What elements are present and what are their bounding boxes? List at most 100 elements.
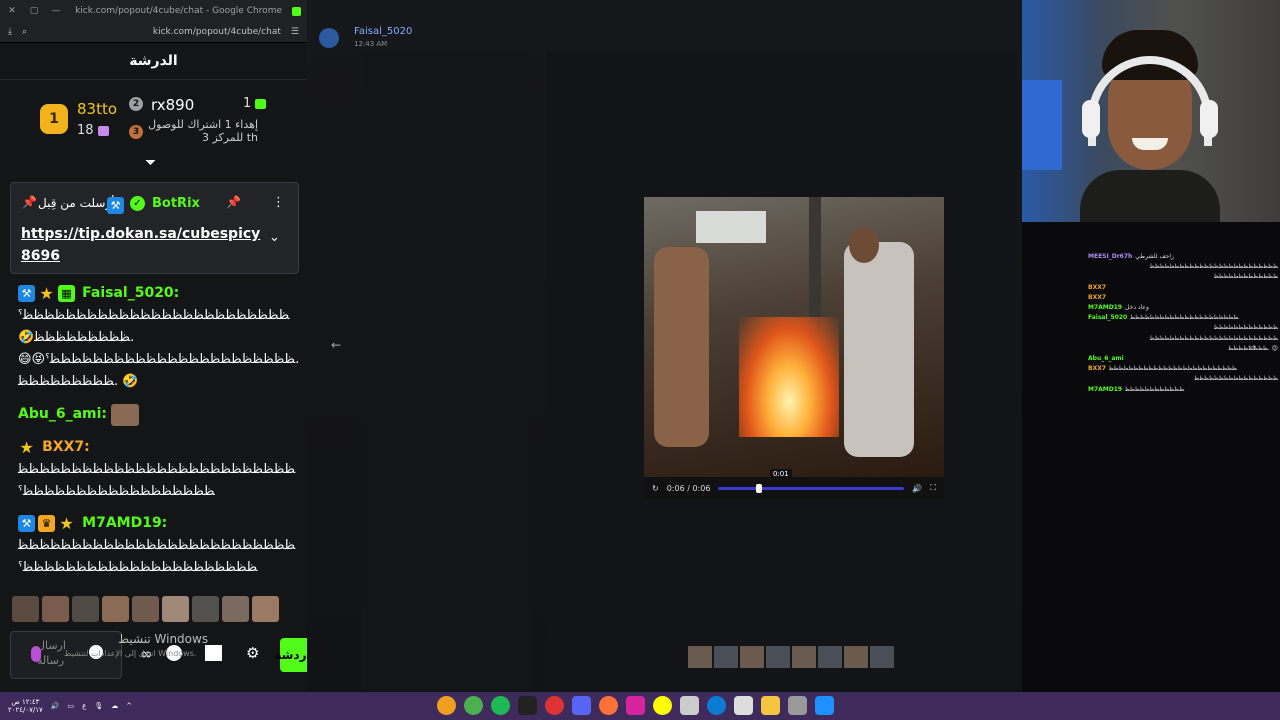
- emote-item[interactable]: [42, 596, 69, 622]
- volume-icon[interactable]: 🔊: [912, 484, 922, 493]
- more-options-icon[interactable]: ⋮: [272, 195, 285, 210]
- taskbar-apps: [437, 696, 834, 715]
- capcut-icon[interactable]: [518, 696, 537, 715]
- chevron-up-icon[interactable]: ^: [126, 702, 132, 710]
- volume-icon[interactable]: 🔊: [51, 702, 60, 710]
- address-url[interactable]: kick.com/popout/4cube/chat: [37, 27, 281, 37]
- emote-item[interactable]: [12, 596, 39, 622]
- fullscreen-icon[interactable]: ⛶: [930, 483, 936, 493]
- uploader-username[interactable]: Faisal_5020: [354, 26, 412, 37]
- browser-icon[interactable]: [599, 696, 618, 715]
- snapchat-icon[interactable]: [653, 696, 672, 715]
- upload-time: 12:43 AM: [354, 40, 388, 48]
- edge-icon[interactable]: [707, 696, 726, 715]
- message-text: 😄😝ˁﻈﻈﻈﻈﻈﻈﻈﻈﻈﻈﻈﻈﻈﻈﻈﻈﻈﻈﻈﻈﻈﻈﻈ.: [18, 352, 300, 367]
- overlay-chat-username: M7AMD19: [1088, 385, 1123, 393]
- clock[interactable]: ١٢:٤٣ ص ٢٠٢٤/٠٧/١٧: [8, 698, 43, 714]
- star-badge-icon: ★: [59, 514, 74, 533]
- chrome-icon[interactable]: [464, 696, 483, 715]
- zoom-icon[interactable]: ⌕: [22, 27, 27, 37]
- avatar[interactable]: [319, 28, 339, 48]
- language-icon[interactable]: ع: [82, 702, 86, 710]
- microphone-icon[interactable]: [31, 646, 41, 662]
- windows-activation-title: تنشيط Windows: [118, 632, 209, 646]
- maximize-icon[interactable]: ▢: [28, 6, 40, 16]
- mail-icon[interactable]: [680, 696, 699, 715]
- leader-3-line2: للمركز 3 th: [201, 131, 258, 144]
- verified-icon: ✓: [130, 196, 145, 211]
- chevron-down-icon[interactable]: ⌄: [269, 230, 280, 245]
- download-icon[interactable]: ⤓: [8, 27, 12, 37]
- replay-icon[interactable]: ↻: [652, 484, 659, 493]
- message-username[interactable]: Faisal_5020:: [82, 285, 179, 301]
- message-username[interactable]: BXX7:: [42, 439, 90, 455]
- thumbnail-item[interactable]: [792, 646, 816, 668]
- emote-item[interactable]: [222, 596, 249, 622]
- microphone-icon[interactable]: 🎙: [94, 702, 103, 710]
- rank-3-medal-icon: 3: [129, 125, 143, 139]
- video-frame: [644, 197, 944, 477]
- overlay-chat-row: BXX7: [1088, 293, 1278, 303]
- calculator-icon[interactable]: [734, 696, 753, 715]
- video-player[interactable]: ↻ 0:06 / 0:06 🔊 ⛶: [644, 197, 944, 499]
- overlay-chat-username: MEESI_Dr67h: [1088, 253, 1133, 260]
- tune-icon[interactable]: ☰: [291, 27, 299, 37]
- previous-media-icon[interactable]: ←: [328, 338, 344, 354]
- thumbnail-item[interactable]: [870, 646, 894, 668]
- message-username[interactable]: Abu_6_ami:: [18, 406, 107, 422]
- pinned-sent-by: أرسلت من قِبل: [38, 196, 115, 210]
- leader-3-text: إهداء 1 اشتراك للوصول للمركز 3 th: [148, 118, 258, 144]
- thumbnail-item[interactable]: [740, 646, 764, 668]
- store-icon[interactable]: [788, 696, 807, 715]
- pinned-sender: BotRix: [152, 196, 200, 211]
- thumbnail-item[interactable]: [766, 646, 790, 668]
- clock-date: ٢٠٢٤/٠٧/١٧: [8, 706, 43, 714]
- pinned-link[interactable]: https://tip.dokan.sa/cubespicy 8696: [21, 223, 260, 267]
- overlay-chat-username: BXX7: [1088, 365, 1106, 373]
- pinned-link-line1[interactable]: https://tip.dokan.sa/cubespicy: [21, 223, 260, 245]
- emote-item[interactable]: [192, 596, 219, 622]
- message-username[interactable]: M7AMD19:: [82, 515, 167, 531]
- chat-message-4: ⚒ ♛ ★ M7AMD19: ﻈﻈﻈﻈﻈﻈﻈﻈﻈﻈﻈﻈﻈﻈﻈﻈﻈﻈﻈﻈﻈﻈﻈﻈﻈﻈ …: [18, 512, 295, 579]
- thumbnail-strip: [688, 646, 894, 668]
- rank-1-medal-icon: 1: [40, 104, 68, 134]
- video-progress-bar[interactable]: [718, 483, 905, 493]
- kick-logo-icon: [292, 6, 301, 16]
- rank-2-medal-icon: 2: [129, 97, 143, 111]
- spotify-icon[interactable]: [491, 696, 510, 715]
- emote-item[interactable]: [102, 596, 129, 622]
- cloud-icon[interactable]: ☁: [111, 702, 118, 710]
- overlay-chat-username: BXX7: [1088, 293, 1106, 301]
- unpin-icon[interactable]: 📌: [226, 195, 241, 209]
- next-media-icon[interactable]: →: [1248, 342, 1256, 353]
- overlay-chat-text: ﻈﻈﻈﻈﻈﻈﻈﻈﻈﻈﻈﻈﻈﻈﻈﻈﻈﻈﻈﻈﻈﻈﻈﻈﻈﻈ: [1150, 263, 1278, 271]
- channel-list: [362, 50, 532, 690]
- thumbnail-item[interactable]: [714, 646, 738, 668]
- start-windows-icon[interactable]: [815, 696, 834, 715]
- overlay-chat-text: ﻈﻈﻈﻈﻈﻈﻈﻈﻈﻈﻈﻈﻈﻈﻈﻈﻈﻈﻈﻈﻈﻈﻈﻈﻈﻈ: [1150, 334, 1278, 342]
- star-badge-icon: ★: [19, 438, 34, 457]
- send-chat-button[interactable]: دردشة: [274, 638, 313, 672]
- discord-icon[interactable]: [572, 696, 591, 715]
- streamer-shirt: [1080, 170, 1220, 222]
- instagram-icon[interactable]: [626, 696, 645, 715]
- collapse-leaderboard-icon[interactable]: ⏷: [145, 155, 156, 171]
- firefox-icon[interactable]: [437, 696, 456, 715]
- video-person: [849, 227, 879, 263]
- emote-item[interactable]: [72, 596, 99, 622]
- thumbnail-item[interactable]: [844, 646, 868, 668]
- thumbnail-item[interactable]: [818, 646, 842, 668]
- close-icon[interactable]: ✕: [6, 6, 18, 16]
- obs-icon[interactable]: [545, 696, 564, 715]
- minimize-icon[interactable]: —: [50, 6, 62, 16]
- video-seek-handle[interactable]: [755, 483, 762, 493]
- settings-gear-icon[interactable]: ⚙: [246, 644, 259, 662]
- pinned-link-line2[interactable]: 8696: [21, 245, 260, 267]
- emote-item[interactable]: [162, 596, 189, 622]
- emote-item[interactable]: [252, 596, 279, 622]
- file-explorer-icon[interactable]: [761, 696, 780, 715]
- network-icon[interactable]: ▭: [68, 702, 75, 710]
- overlay-chat-row: M7AMD19 ﻈﻈﻈﻈﻈﻈﻈﻈﻈﻈﻈﻈ: [1088, 385, 1278, 395]
- thumbnail-item[interactable]: [688, 646, 712, 668]
- emote-item[interactable]: [132, 596, 159, 622]
